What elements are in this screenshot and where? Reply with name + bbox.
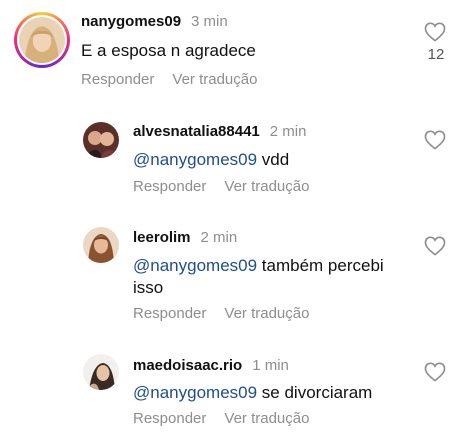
reply-button[interactable]: Responder	[133, 410, 206, 427]
see-translation-button[interactable]: Ver tradução	[224, 178, 309, 195]
like-button[interactable]	[424, 362, 448, 382]
reply-button[interactable]: Responder	[81, 71, 154, 88]
see-translation-button[interactable]: Ver tradução	[224, 305, 309, 322]
avatar[interactable]	[83, 122, 119, 158]
avatar-photo-icon	[83, 354, 119, 390]
avatar-photo-icon	[19, 17, 65, 63]
reply-button[interactable]: Responder	[133, 305, 206, 322]
like-button[interactable]	[424, 130, 448, 150]
avatar-photo-icon	[83, 227, 119, 263]
comment-username[interactable]: leerolim	[133, 229, 191, 246]
comment-time: 3 min	[191, 13, 228, 30]
like-button[interactable]: 12	[424, 22, 448, 63]
mention-link[interactable]: @nanygomes09	[133, 256, 257, 275]
like-count: 12	[427, 46, 445, 63]
comment-reply: leerolim 2 min @nanygomes09 também perce…	[0, 216, 474, 336]
heart-outline-icon	[424, 130, 446, 150]
comment-reply: maedoisaac.rio 1 min @nanygomes09 se div…	[0, 344, 474, 435]
comment-time: 2 min	[269, 123, 307, 140]
comment-text: se divorciaram	[261, 383, 373, 402]
comment-text-container: E a esposa n agradece	[81, 40, 256, 62]
reply-button[interactable]: Responder	[133, 178, 206, 195]
heart-outline-icon	[424, 362, 446, 382]
comment-text-container: @nanygomes09 vdd	[133, 149, 289, 171]
comment-text-container: @nanygomes09 se divorciaram	[133, 382, 372, 404]
avatar[interactable]	[83, 354, 119, 390]
mention-link[interactable]: @nanygomes09	[133, 150, 257, 169]
comment-text-container: @nanygomes09 também percebi isso	[133, 255, 403, 299]
avatar[interactable]	[83, 227, 119, 263]
avatar-photo-icon	[83, 122, 119, 158]
mention-link[interactable]: @nanygomes09	[133, 383, 257, 402]
comment-text: E a esposa n agradece	[81, 41, 256, 60]
comment-time: 1 min	[252, 357, 289, 374]
comment-reply: alvesnatalia88441 2 min @nanygomes09 vdd…	[0, 110, 474, 205]
comment-username[interactable]: maedoisaac.rio	[133, 357, 242, 374]
comment-text: vdd	[261, 150, 290, 169]
story-ring[interactable]	[14, 12, 70, 68]
see-translation-button[interactable]: Ver tradução	[172, 71, 257, 88]
like-button[interactable]	[424, 236, 448, 256]
comment-username[interactable]: nanygomes09	[81, 13, 181, 30]
comment-top-level: nanygomes09 3 min E a esposa n agradece …	[0, 0, 474, 100]
heart-outline-icon	[424, 236, 446, 256]
comment-username[interactable]: alvesnatalia88441	[133, 123, 260, 140]
avatar[interactable]	[19, 17, 65, 63]
comment-time: 2 min	[200, 229, 238, 246]
heart-outline-icon	[424, 22, 446, 42]
see-translation-button[interactable]: Ver tradução	[224, 410, 309, 427]
